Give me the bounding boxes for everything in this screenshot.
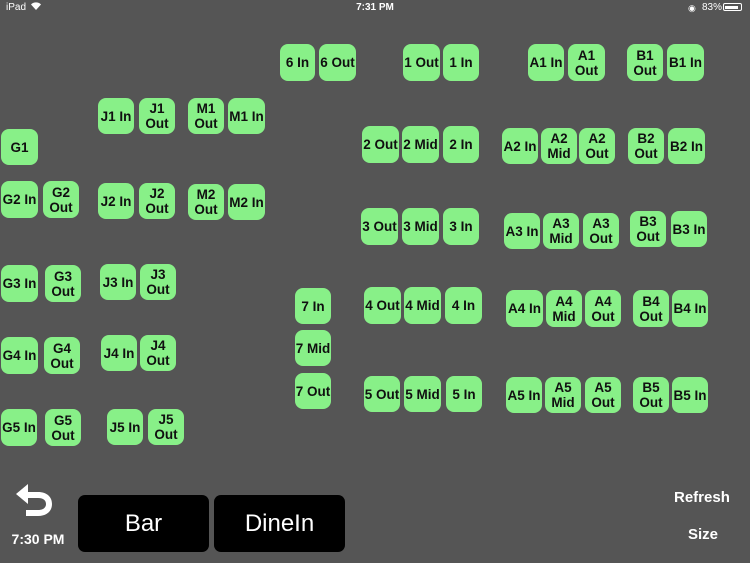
table-a1-out[interactable]: A1 Out — [568, 44, 605, 81]
table-a2-in[interactable]: A2 In — [502, 128, 538, 164]
table-a4-in[interactable]: A4 In — [506, 290, 543, 327]
table-a2-mid[interactable]: A2 Mid — [541, 128, 577, 164]
table-a1-in[interactable]: A1 In — [528, 44, 564, 81]
table-5-in[interactable]: 5 In — [446, 376, 482, 412]
table-2-in[interactable]: 2 In — [443, 126, 479, 163]
table-5-mid[interactable]: 5 Mid — [404, 376, 441, 412]
table-m2-out[interactable]: M2 Out — [188, 184, 224, 220]
table-1-out[interactable]: 1 Out — [403, 44, 440, 81]
table-2-mid[interactable]: 2 Mid — [402, 126, 439, 163]
table-a5-out[interactable]: A5 Out — [585, 377, 621, 413]
table-6-out[interactable]: 6 Out — [319, 44, 356, 81]
refresh-button[interactable]: Refresh — [674, 489, 730, 506]
table-g4-in[interactable]: G4 In — [1, 337, 38, 374]
table-7-out[interactable]: 7 Out — [295, 373, 331, 409]
table-g4-out[interactable]: G4 Out — [44, 337, 80, 374]
table-b5-in[interactable]: B5 In — [672, 377, 708, 413]
table-b4-in[interactable]: B4 In — [672, 290, 708, 327]
table-5-out[interactable]: 5 Out — [364, 376, 400, 412]
status-bar: iPad 7:31 PM ◉ 83% — [0, 0, 750, 16]
table-m1-out[interactable]: M1 Out — [188, 98, 224, 134]
table-b1-in[interactable]: B1 In — [667, 44, 704, 81]
table-b1-out[interactable]: B1 Out — [627, 44, 663, 81]
table-a4-mid[interactable]: A4 Mid — [546, 290, 582, 327]
table-7-in[interactable]: 7 In — [295, 288, 331, 324]
table-g1[interactable]: G1 — [1, 129, 38, 165]
table-g5-in[interactable]: G5 In — [1, 409, 37, 446]
table-g5-out[interactable]: G5 Out — [45, 409, 81, 446]
table-4-mid[interactable]: 4 Mid — [404, 287, 441, 324]
table-j2-out[interactable]: J2 Out — [139, 183, 175, 219]
table-j3-out[interactable]: J3 Out — [140, 264, 176, 300]
table-3-out[interactable]: 3 Out — [361, 208, 398, 245]
table-a5-in[interactable]: A5 In — [506, 377, 542, 413]
table-g2-in[interactable]: G2 In — [1, 181, 38, 218]
tab-bar[interactable]: Bar — [78, 495, 209, 552]
table-b2-in[interactable]: B2 In — [668, 128, 705, 164]
table-b3-in[interactable]: B3 In — [671, 211, 707, 247]
table-a4-out[interactable]: A4 Out — [585, 290, 621, 327]
table-g2-out[interactable]: G2 Out — [43, 181, 79, 218]
table-a5-mid[interactable]: A5 Mid — [545, 377, 581, 413]
size-button[interactable]: Size — [688, 526, 718, 543]
table-j5-in[interactable]: J5 In — [107, 409, 143, 445]
table-6-in[interactable]: 6 In — [280, 44, 315, 81]
battery-icon — [723, 3, 742, 11]
table-4-in[interactable]: 4 In — [445, 287, 482, 324]
table-j4-in[interactable]: J4 In — [101, 335, 137, 371]
table-1-in[interactable]: 1 In — [443, 44, 479, 81]
table-g3-in[interactable]: G3 In — [1, 265, 38, 302]
table-b3-out[interactable]: B3 Out — [630, 211, 666, 247]
table-3-mid[interactable]: 3 Mid — [402, 208, 439, 245]
table-b5-out[interactable]: B5 Out — [633, 377, 669, 413]
status-clock: 7:31 PM — [356, 2, 394, 13]
table-j4-out[interactable]: J4 Out — [140, 335, 176, 371]
table-2-out[interactable]: 2 Out — [362, 126, 399, 163]
table-3-in[interactable]: 3 In — [443, 208, 479, 245]
table-a3-out[interactable]: A3 Out — [583, 213, 619, 249]
table-a3-mid[interactable]: A3 Mid — [543, 213, 579, 249]
table-j2-in[interactable]: J2 In — [98, 183, 134, 219]
table-a3-in[interactable]: A3 In — [504, 213, 540, 249]
tab-dinein[interactable]: DineIn — [214, 495, 345, 552]
battery-percent: 83% — [702, 2, 723, 13]
table-m2-in[interactable]: M2 In — [228, 184, 265, 220]
table-j5-out[interactable]: J5 Out — [148, 409, 184, 445]
back-arrow-icon[interactable] — [12, 478, 54, 520]
table-j1-out[interactable]: J1 Out — [139, 98, 175, 134]
table-j1-in[interactable]: J1 In — [98, 98, 134, 134]
table-b2-out[interactable]: B2 Out — [628, 128, 664, 164]
table-a2-out[interactable]: A2 Out — [579, 128, 615, 164]
footer-time: 7:30 PM — [11, 531, 65, 547]
table-g3-out[interactable]: G3 Out — [45, 265, 81, 302]
table-7-mid[interactable]: 7 Mid — [295, 330, 331, 366]
table-b4-out[interactable]: B4 Out — [633, 290, 669, 327]
orientation-lock-icon: ◉ — [688, 3, 696, 13]
table-j3-in[interactable]: J3 In — [100, 264, 136, 300]
table-m1-in[interactable]: M1 In — [228, 98, 265, 134]
table-4-out[interactable]: 4 Out — [364, 287, 401, 324]
